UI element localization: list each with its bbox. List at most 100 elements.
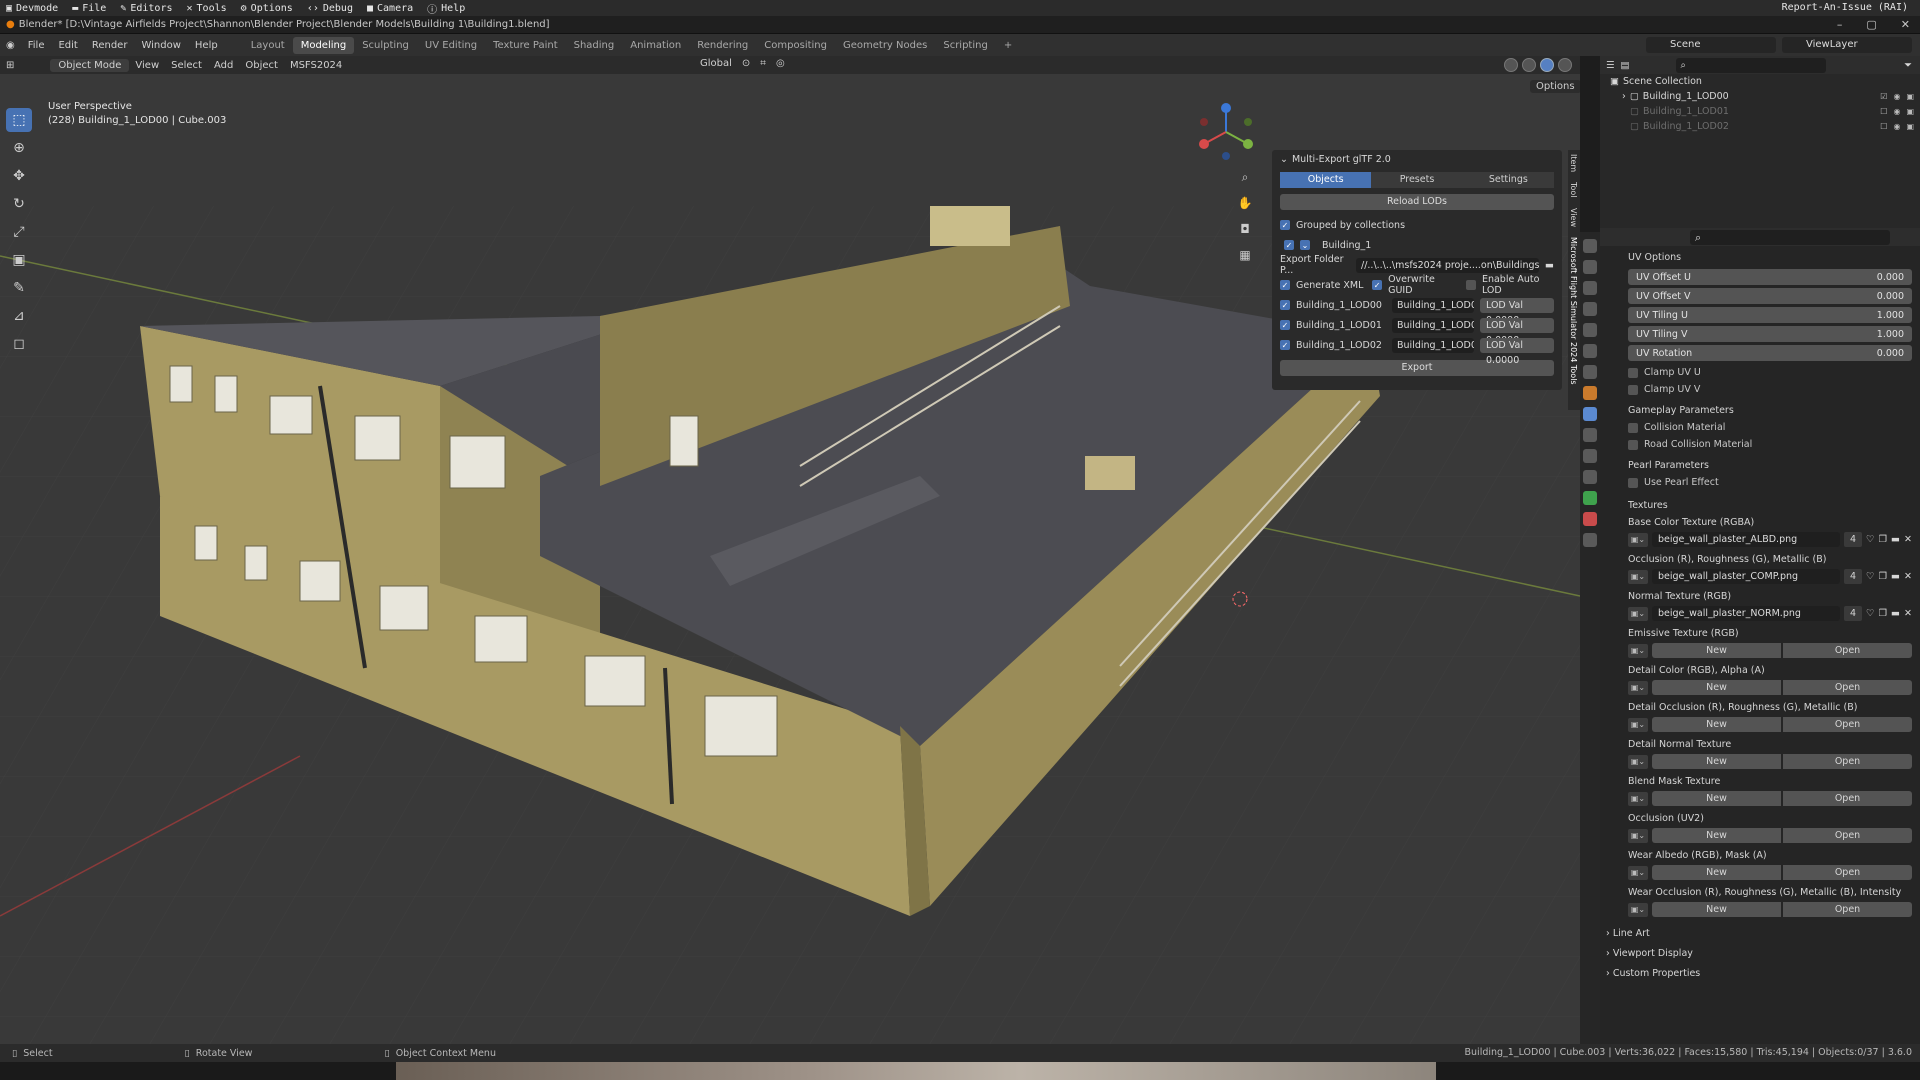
tab-presets[interactable]: Presets bbox=[1371, 172, 1463, 188]
eye-icon[interactable]: ◉ bbox=[1893, 89, 1900, 104]
duplicate-icon[interactable]: ❐ bbox=[1879, 534, 1888, 545]
material-shading-icon[interactable] bbox=[1540, 58, 1554, 72]
custom-properties-section[interactable]: › Custom Properties bbox=[1600, 964, 1920, 984]
dev-file-menu[interactable]: ▬ File bbox=[72, 3, 106, 14]
texture-tab-icon[interactable] bbox=[1583, 533, 1597, 547]
viewport-menu-view[interactable]: View bbox=[129, 58, 165, 73]
filter-icon[interactable]: ⏷ bbox=[1904, 60, 1912, 71]
viewport-menu-object[interactable]: Object bbox=[239, 58, 284, 73]
open-texture-button[interactable]: Open bbox=[1783, 680, 1912, 695]
snap-icon[interactable]: ⌗ bbox=[760, 58, 766, 69]
new-texture-button[interactable]: New bbox=[1652, 643, 1781, 658]
lod00-checkbox[interactable]: ✓ bbox=[1280, 300, 1290, 310]
open-texture-button[interactable]: Open bbox=[1783, 828, 1912, 843]
menu-render[interactable]: Render bbox=[85, 40, 135, 51]
lod01-value[interactable]: LOD Val 0.0000 bbox=[1480, 317, 1554, 346]
viewport-menu-msfs2024[interactable]: MSFS2024 bbox=[284, 58, 348, 73]
navigation-gizmo[interactable] bbox=[1196, 102, 1256, 162]
dev-options-menu[interactable]: ⚙ Options bbox=[241, 3, 293, 14]
scene-selector[interactable]: Scene bbox=[1646, 37, 1776, 53]
object-mode-dropdown[interactable]: Object Mode bbox=[50, 58, 130, 72]
wireframe-shading-icon[interactable] bbox=[1504, 58, 1518, 72]
lod01-field[interactable]: Building_1_LOD01 bbox=[1392, 317, 1474, 333]
outliner-item-lod02[interactable]: ▢ Building_1_LOD02 ☐ ◉ ▣ bbox=[1600, 119, 1920, 134]
generate-xml-checkbox[interactable]: ✓ bbox=[1280, 280, 1290, 290]
add-workspace-icon[interactable]: + bbox=[996, 37, 1020, 54]
collection-expand-icon[interactable]: ⌄ bbox=[1300, 240, 1310, 250]
modifier-tab-icon[interactable] bbox=[1583, 407, 1597, 421]
dev-editors-menu[interactable]: ✎ Editors bbox=[120, 3, 172, 14]
select-box-tool-icon[interactable]: ⬚ bbox=[6, 108, 32, 132]
image-icon[interactable]: ▣⌄ bbox=[1628, 828, 1648, 843]
dev-tools-menu[interactable]: ✕ Tools bbox=[187, 3, 227, 14]
image-icon[interactable]: ▣⌄ bbox=[1628, 902, 1648, 917]
chevron-down-icon[interactable]: ⌄ bbox=[1280, 154, 1288, 165]
lod02-field[interactable]: Building_1_LOD02 bbox=[1392, 337, 1474, 353]
new-texture-button[interactable]: New bbox=[1652, 717, 1781, 732]
tool-tab-icon[interactable] bbox=[1583, 239, 1597, 253]
uv-rotation-field[interactable]: UV Rotation 0.000 bbox=[1628, 345, 1912, 361]
tab-objects[interactable]: Objects bbox=[1280, 172, 1372, 188]
collision-checkbox[interactable]: Collision Material bbox=[1628, 419, 1912, 436]
annotate-tool-icon[interactable]: ✎ bbox=[6, 276, 32, 300]
minimize-icon[interactable]: – bbox=[1837, 18, 1843, 31]
object-tab-icon[interactable] bbox=[1583, 386, 1597, 400]
new-texture-button[interactable]: New bbox=[1652, 865, 1781, 880]
blender-logo-icon[interactable]: ◉ bbox=[0, 40, 21, 51]
menu-help[interactable]: Help bbox=[188, 40, 225, 51]
menu-edit[interactable]: Edit bbox=[51, 40, 84, 51]
export-folder-field[interactable]: //..\..\..\msfs2024 proje....on\Building… bbox=[1356, 257, 1540, 273]
image-icon[interactable]: ▣⌄ bbox=[1628, 754, 1648, 769]
pivot-icon[interactable]: ⊙ bbox=[742, 58, 750, 69]
proportional-edit-icon[interactable]: ◎ bbox=[776, 58, 785, 69]
image-icon[interactable]: ▣⌄ bbox=[1628, 865, 1648, 880]
camera-icon[interactable]: ▣ bbox=[1906, 89, 1914, 104]
open-texture-button[interactable]: Open bbox=[1783, 643, 1912, 658]
uv-tiling-v-field[interactable]: UV Tiling V 1.000 bbox=[1628, 326, 1912, 342]
camera-view-icon[interactable]: ◘ bbox=[1234, 218, 1256, 240]
outliner-item-lod01[interactable]: ▢ Building_1_LOD01 ☐ ◉ ▣ bbox=[1600, 104, 1920, 119]
new-texture-button[interactable]: New bbox=[1652, 828, 1781, 843]
scene-collection-row[interactable]: ▣ Scene Collection bbox=[1600, 74, 1920, 89]
report-issue-link[interactable]: Report-An-Issue (RAI) bbox=[1782, 2, 1908, 13]
tab-sculpting[interactable]: Sculpting bbox=[354, 37, 417, 54]
world-tab-icon[interactable] bbox=[1583, 344, 1597, 358]
material-tab-icon[interactable] bbox=[1583, 512, 1597, 526]
physics-tab-icon[interactable] bbox=[1583, 449, 1597, 463]
open-texture-button[interactable]: Open bbox=[1783, 791, 1912, 806]
constraints-tab-icon[interactable] bbox=[1583, 470, 1597, 484]
view-layer-tab-icon[interactable] bbox=[1583, 302, 1597, 316]
overwrite-guid-checkbox[interactable]: ✓ bbox=[1372, 280, 1383, 290]
uv-offset-u-field[interactable]: UV Offset U 0.000 bbox=[1628, 269, 1912, 285]
reload-lods-button[interactable]: Reload LODs bbox=[1280, 194, 1554, 210]
image-icon[interactable]: ▣⌄ bbox=[1628, 569, 1648, 584]
outliner-editor-icon[interactable]: ☰ bbox=[1606, 60, 1615, 71]
image-icon[interactable]: ▣⌄ bbox=[1628, 643, 1648, 658]
checkbox-icon[interactable]: ☑ bbox=[1880, 89, 1887, 104]
vtab-view[interactable]: View bbox=[1569, 208, 1578, 227]
image-icon[interactable]: ▣⌄ bbox=[1628, 791, 1648, 806]
dev-camera-menu[interactable]: ■ Camera bbox=[367, 3, 413, 14]
lod00-value[interactable]: LOD Val 0.0000 bbox=[1480, 297, 1554, 326]
collection-checkbox[interactable]: ✓ bbox=[1284, 240, 1294, 250]
close-icon[interactable]: ✕ bbox=[1904, 534, 1912, 545]
folder-icon[interactable]: ▬ bbox=[1891, 608, 1900, 619]
transform-orientation-dropdown[interactable]: Global bbox=[700, 58, 732, 69]
transform-tool-icon[interactable]: ▣ bbox=[6, 248, 32, 272]
eye-icon[interactable]: ◉ bbox=[1893, 119, 1900, 134]
data-tab-icon[interactable] bbox=[1583, 491, 1597, 505]
checkbox-icon[interactable]: ☐ bbox=[1880, 119, 1887, 134]
collection-tab-icon[interactable] bbox=[1583, 365, 1597, 379]
uv-offset-v-field[interactable]: UV Offset V 0.000 bbox=[1628, 288, 1912, 304]
camera-icon[interactable]: ▣ bbox=[1906, 104, 1914, 119]
auto-lod-checkbox[interactable] bbox=[1465, 280, 1476, 290]
fake-user-icon[interactable]: ♡ bbox=[1866, 534, 1875, 545]
grouped-checkbox[interactable]: ✓ bbox=[1280, 220, 1290, 230]
folder-icon[interactable]: ▬ bbox=[1891, 571, 1900, 582]
cursor-tool-icon[interactable]: ⊕ bbox=[6, 136, 32, 160]
outliner-item-lod00[interactable]: › ▢ Building_1_LOD00 ☑ ◉ ▣ bbox=[1600, 89, 1920, 104]
menu-file[interactable]: File bbox=[21, 40, 52, 51]
open-texture-button[interactable]: Open bbox=[1783, 902, 1912, 917]
tab-shading[interactable]: Shading bbox=[566, 37, 623, 54]
open-texture-button[interactable]: Open bbox=[1783, 717, 1912, 732]
